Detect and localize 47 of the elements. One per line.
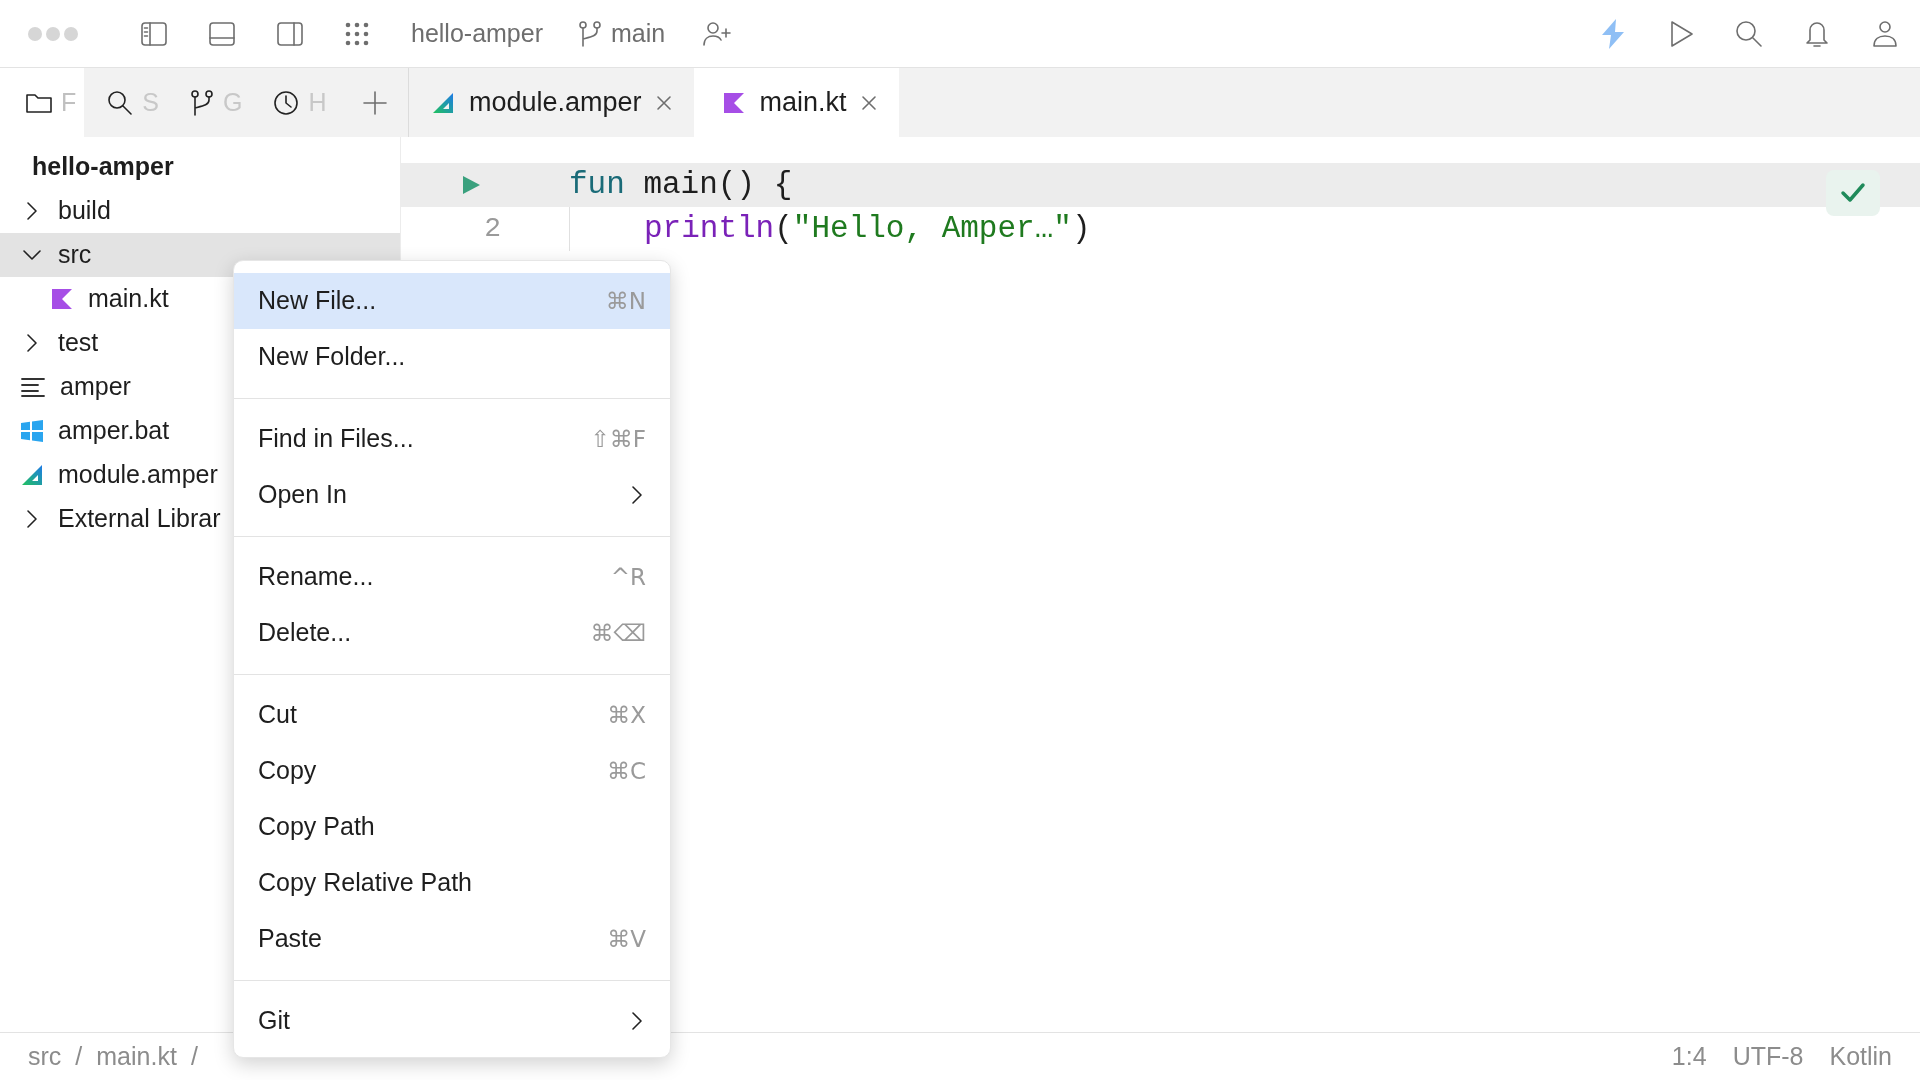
shortcut-hint: ⌘N [605,286,646,316]
shortcut-hint: ^R [610,562,646,592]
code-line: println("Hello, Amper…") [644,209,1091,248]
menu-item[interactable]: Open In [234,467,670,523]
amper-logo-icon [20,463,44,487]
menu-item[interactable]: Delete... ⌘⌫ [234,605,670,661]
editor-tab[interactable]: main.kt [693,68,899,137]
shortcut-hint: ⌘⌫ [590,618,646,648]
breadcrumb-separator: / [190,1040,198,1072]
menu-item[interactable]: Copy ⌘C [234,743,670,799]
text-lines-icon [20,376,46,398]
run-icon[interactable] [461,174,481,196]
branch-selector[interactable]: main [577,14,666,53]
close-icon[interactable] [655,94,672,111]
breadcrumb-separator: / [75,1040,83,1072]
check-icon [1840,182,1866,204]
close-icon[interactable] [860,94,877,111]
menu-item[interactable]: Cut ⌘X [234,687,670,743]
inspection-ok-badge[interactable] [1826,170,1880,216]
branch-icon [188,88,215,117]
search-icon[interactable] [1734,18,1764,49]
project-title: hello-amper [31,151,175,183]
menu-item[interactable]: Rename... ^R [234,549,670,605]
plus-icon[interactable] [362,89,388,116]
tree-item[interactable]: build [0,189,400,233]
shortcut-hint: ⌘V [607,924,646,954]
line-number: 2 [483,212,501,246]
menu-item[interactable]: Copy Relative Path [234,855,670,911]
menu-item[interactable]: New File... ⌘N [234,273,670,329]
kotlin-logo-icon [721,90,746,115]
kotlin-logo-icon [50,287,74,311]
branch-icon [577,19,603,48]
shortcut-hint: ⌘C [606,756,646,786]
code-line: fun main() { [569,165,793,204]
tab-label[interactable]: module.amper [469,82,642,123]
menu-item[interactable]: Copy Path [234,799,670,855]
menu-item[interactable]: Paste ⌘V [234,911,670,967]
search-icon [106,88,135,117]
menu-item[interactable]: Git [234,993,670,1049]
shortcut-hint: ⌘X [607,700,646,730]
project-selector[interactable]: hello-amper [411,14,543,53]
user-icon[interactable] [1870,18,1900,49]
clock-icon [272,88,301,117]
tab-label[interactable]: main.kt [759,82,847,123]
menu-item[interactable]: Find in Files... ⇧⌘F [234,411,670,467]
shortcut-hint: ⇧⌘F [590,424,646,454]
windows-logo-icon [20,419,44,443]
